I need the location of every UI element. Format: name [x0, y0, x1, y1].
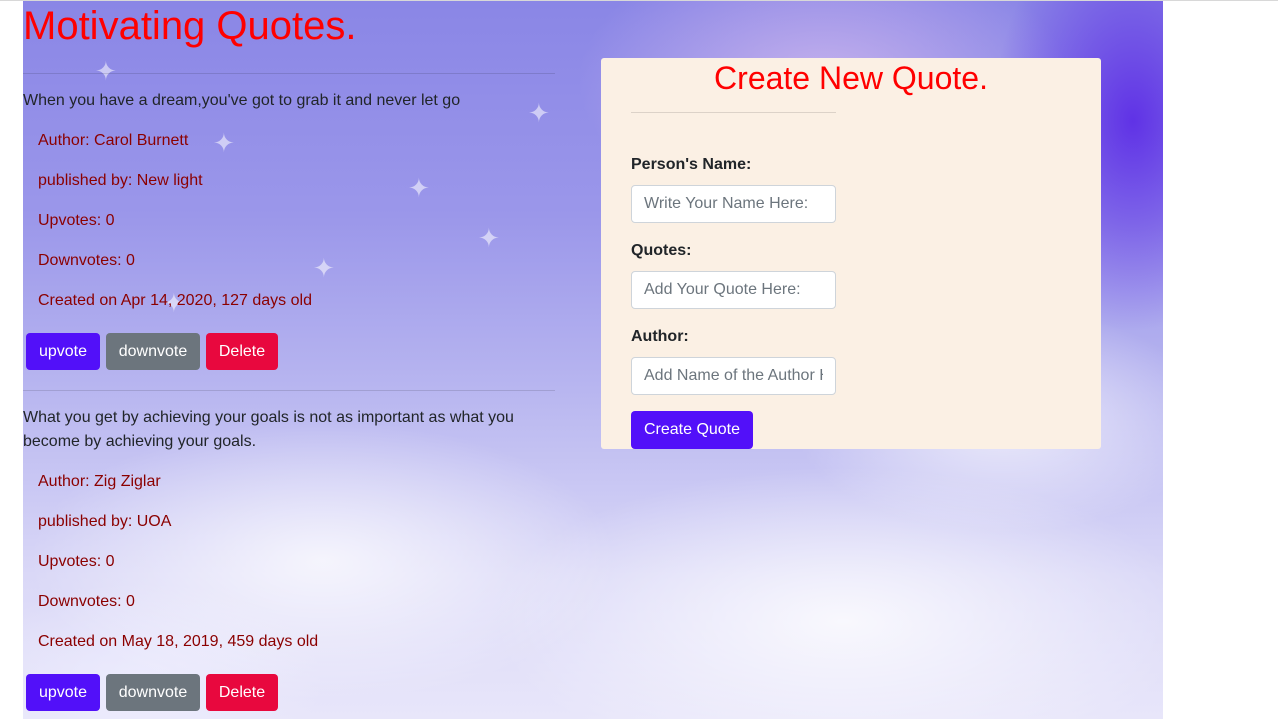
star-decoration-icon: ✦: [408, 174, 430, 204]
quote-author: Author: Zig Ziglar: [38, 473, 161, 490]
star-decoration-icon: ✦: [213, 129, 235, 159]
form-title: Create New Quote.: [714, 60, 988, 96]
quote-upvotes: Upvotes: 0: [38, 212, 115, 229]
create-quote-panel: Create New Quote. Person's Name: Quotes:…: [601, 58, 1101, 449]
delete-button[interactable]: Delete: [206, 674, 278, 711]
quote-text: When you have a dream,you've got to grab…: [23, 92, 461, 109]
quote-text: What you get by achieving your goals is …: [23, 409, 514, 450]
quote-author: Author: Carol Burnett: [38, 132, 189, 149]
downvote-button[interactable]: downvote: [106, 674, 200, 711]
delete-button[interactable]: Delete: [206, 333, 278, 370]
quote-input[interactable]: [631, 271, 836, 309]
quote-downvotes: Downvotes: 0: [38, 252, 135, 269]
author-input[interactable]: [631, 357, 836, 395]
quote-upvotes: Upvotes: 0: [38, 553, 115, 570]
quote-created: Created on May 18, 2019, 459 days old: [38, 633, 319, 650]
divider: [631, 112, 836, 113]
quote-publisher: published by: New light: [38, 172, 203, 189]
author-label: Author:: [631, 328, 689, 345]
divider: [23, 73, 555, 74]
upvote-button[interactable]: upvote: [26, 333, 100, 370]
upvote-button[interactable]: upvote: [26, 674, 100, 711]
star-decoration-icon: ✦: [95, 57, 117, 87]
quote-label: Quotes:: [631, 242, 692, 259]
quote-publisher: published by: UOA: [38, 513, 172, 530]
quote-downvotes: Downvotes: 0: [38, 593, 135, 610]
quote-created: Created on Apr 14, 2020, 127 days old: [38, 292, 312, 309]
create-quote-button[interactable]: Create Quote: [631, 411, 753, 449]
page-title: Motivating Quotes.: [23, 4, 357, 48]
downvote-button[interactable]: downvote: [106, 333, 200, 370]
name-label: Person's Name:: [631, 156, 752, 173]
star-decoration-icon: ✦: [478, 224, 500, 254]
name-input[interactable]: [631, 185, 836, 223]
star-decoration-icon: ✦: [313, 254, 335, 284]
divider: [23, 390, 555, 391]
